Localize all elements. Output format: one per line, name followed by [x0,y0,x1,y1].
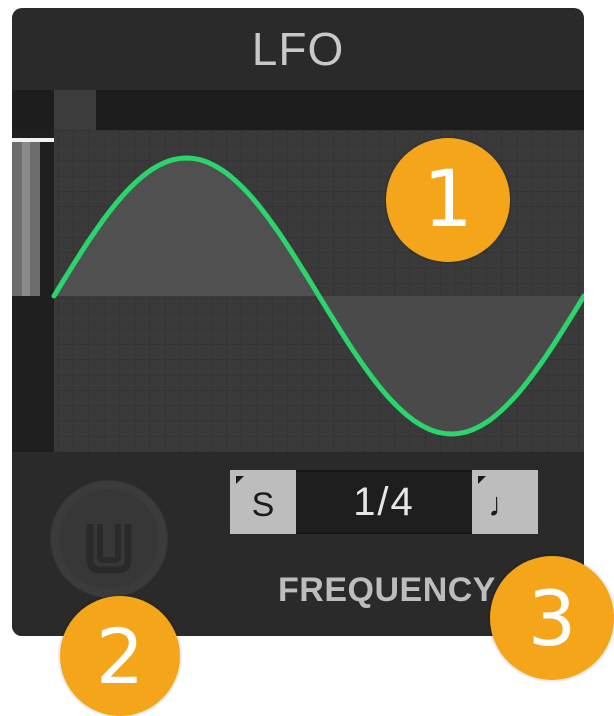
panel-title: LFO [251,23,345,75]
callout-badge-2: 2 [60,596,180,716]
rate-value-field[interactable]: 1/4 [296,470,472,534]
quarter-note-icon: ♩ [488,485,522,524]
sync-mode-button[interactable]: S [230,470,296,534]
frequency-label: FREQUENCY [278,570,496,609]
sync-seconds-icon: S [251,485,275,524]
amount-knob[interactable] [50,480,168,598]
callout-badge-3: 3 [490,556,614,680]
callout-badge-1: 1 [386,138,510,262]
note-mode-button[interactable]: ♩ [472,470,538,534]
amount-knob-icon [51,481,167,597]
lfo-meter-highlight [22,140,30,296]
lfo-meter-marker [12,138,54,142]
rate-control: S 1/4 ♩ [230,470,538,534]
